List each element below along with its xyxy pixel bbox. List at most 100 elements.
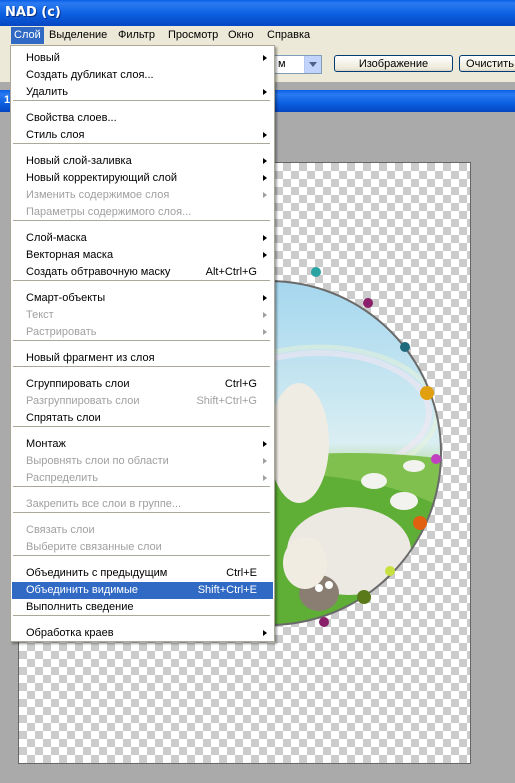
submenu-arrow-icon (263, 235, 267, 241)
menu-item-label: Разгруппировать слои (26, 395, 140, 407)
menu-separator (13, 100, 270, 101)
menu-item-label: Выровнять слои по области (26, 455, 169, 467)
menu-item-align-layers-to-selection[interactable]: Выровнять слои по области (12, 453, 273, 470)
submenu-arrow-icon (263, 158, 267, 164)
clear-button[interactable]: Очистить (459, 55, 515, 72)
menu-item-flatten-image[interactable]: Выполнить сведение (12, 599, 273, 616)
submenu-arrow-icon (263, 295, 267, 301)
menu-item-delete[interactable]: Удалить (12, 84, 273, 101)
menu-item-create-clipping-mask[interactable]: Создать обтравочную маску Alt+Ctrl+G (12, 264, 273, 281)
submenu-arrow-icon (263, 89, 267, 95)
submenu-arrow-icon (263, 329, 267, 335)
submenu-arrow-icon (263, 475, 267, 481)
menu-select[interactable]: Выделение (46, 27, 110, 44)
menu-item-select-linked-layers[interactable]: Выберите связанные слои (12, 539, 273, 556)
sample-combo-value: м (278, 58, 286, 70)
menu-separator (13, 426, 270, 427)
menu-window[interactable]: Окно (225, 27, 257, 44)
menu-item-group-layers[interactable]: Сгруппировать слои Ctrl+G (12, 376, 273, 393)
menu-item-label: Создать обтравочную маску (26, 266, 171, 278)
menu-item-label: Спрятать слои (26, 412, 101, 424)
menu-item-label: Выберите связанные слои (26, 541, 162, 553)
menu-item-label: Сгруппировать слои (26, 378, 130, 390)
menu-item-label: Удалить (26, 86, 68, 98)
menu-item-new-adjustment-layer[interactable]: Новый корректирующий слой (12, 170, 273, 187)
menu-item-vector-mask[interactable]: Векторная маска (12, 247, 273, 264)
menu-separator (13, 366, 270, 367)
menu-item-new[interactable]: Новый (12, 50, 273, 67)
menu-item-hide-layers[interactable]: Спрятать слои (12, 410, 273, 427)
menu-separator (13, 512, 270, 513)
menu-item-merge-down[interactable]: Объединить с предыдущим Ctrl+E (12, 565, 273, 582)
menu-item-shortcut: Ctrl+G (224, 378, 257, 390)
menu-item-label: Новый (26, 52, 60, 64)
window-title: NAD (c) (5, 5, 61, 20)
menu-item-label: Слой-маска (26, 232, 87, 244)
submenu-arrow-icon (263, 630, 267, 636)
menu-item-smart-objects[interactable]: Смарт-объекты (12, 290, 273, 307)
menu-item-shortcut: Shift+Ctrl+E (197, 584, 257, 596)
menu-help[interactable]: Справка (264, 27, 313, 44)
menu-separator (13, 555, 270, 556)
menu-item-label: Смарт-объекты (26, 292, 106, 304)
menu-item-label: Монтаж (26, 438, 66, 450)
submenu-arrow-icon (263, 192, 267, 198)
menu-item-label: Растрировать (26, 326, 97, 338)
menu-item-label: Связать слои (26, 524, 95, 536)
menu-separator (13, 340, 270, 341)
menu-item-label: Параметры содержимого слоя... (26, 206, 192, 218)
menu-item-label: Распределить (26, 472, 99, 484)
menu-item-label: Изменить содержимое слоя (26, 189, 170, 201)
menu-item-label: Выполнить сведение (26, 601, 134, 613)
menu-separator (13, 280, 270, 281)
submenu-arrow-icon (263, 55, 267, 61)
menu-item-label: Новый корректирующий слой (26, 172, 177, 184)
menu-item-new-fill-layer[interactable]: Новый слой-заливка (12, 153, 273, 170)
menu-item-ungroup-layers[interactable]: Разгруппировать слои Shift+Ctrl+G (12, 393, 273, 410)
menu-view[interactable]: Просмотр (165, 27, 221, 44)
submenu-arrow-icon (263, 132, 267, 138)
menu-item-change-layer-content[interactable]: Изменить содержимое слоя (12, 187, 273, 204)
menu-item-new-slice-from-layer[interactable]: Новый фрагмент из слоя (12, 350, 273, 367)
menu-item-label: Текст (26, 309, 54, 321)
menu-item-matting[interactable]: Обработка краев (12, 625, 273, 642)
submenu-arrow-icon (263, 441, 267, 447)
layer-menu: Новый Создать дубликат слоя... Удалить Свой… (10, 45, 275, 642)
menu-bar: Слой Выделение Фильтр Просмотр Окно Спра… (0, 26, 515, 45)
menu-item-label: Закрепить все слои в группе... (26, 498, 182, 510)
menu-item-rasterize[interactable]: Растрировать (12, 324, 273, 341)
submenu-arrow-icon (263, 252, 267, 258)
title-bar: NAD (c) (0, 0, 515, 26)
menu-item-shortcut: Shift+Ctrl+G (196, 395, 257, 407)
menu-item-merge-visible[interactable]: Объединить видимые Shift+Ctrl+E (12, 582, 273, 599)
menu-item-label: Векторная маска (26, 249, 114, 261)
menu-item-shortcut: Ctrl+E (226, 567, 257, 579)
menu-item-label: Создать дубликат слоя... (26, 69, 154, 81)
menu-item-layer-mask[interactable]: Слой-маска (12, 230, 273, 247)
menu-item-layer-content-options[interactable]: Параметры содержимого слоя... (12, 204, 273, 221)
menu-item-link-layers[interactable]: Связать слои (12, 522, 273, 539)
menu-separator (13, 143, 270, 144)
menu-separator (13, 615, 270, 616)
menu-item-layer-properties[interactable]: Свойства слоев... (12, 110, 273, 127)
menu-item-layer-style[interactable]: Стиль слоя (12, 127, 273, 144)
menu-item-label: Свойства слоев... (26, 112, 117, 124)
menu-filter[interactable]: Фильтр (115, 27, 158, 44)
menu-layer[interactable]: Слой (11, 27, 44, 44)
menu-item-distribute[interactable]: Распределить (12, 470, 273, 487)
menu-separator (13, 220, 270, 221)
image-button[interactable]: Изображение (334, 55, 453, 72)
menu-item-type[interactable]: Текст (12, 307, 273, 324)
menu-item-label: Объединить видимые (26, 584, 138, 596)
submenu-arrow-icon (263, 312, 267, 318)
menu-separator (13, 486, 270, 487)
menu-item-label: Новый фрагмент из слоя (26, 352, 155, 364)
chevron-down-icon[interactable] (304, 56, 321, 73)
menu-item-duplicate-layer[interactable]: Создать дубликат слоя... (12, 67, 273, 84)
menu-item-label: Обработка краев (26, 627, 114, 639)
menu-item-shortcut: Alt+Ctrl+G (205, 266, 257, 278)
submenu-arrow-icon (263, 458, 267, 464)
submenu-arrow-icon (263, 175, 267, 181)
menu-item-lock-all-layers-in-group[interactable]: Закрепить все слои в группе... (12, 496, 273, 513)
menu-item-arrange[interactable]: Монтаж (12, 436, 273, 453)
